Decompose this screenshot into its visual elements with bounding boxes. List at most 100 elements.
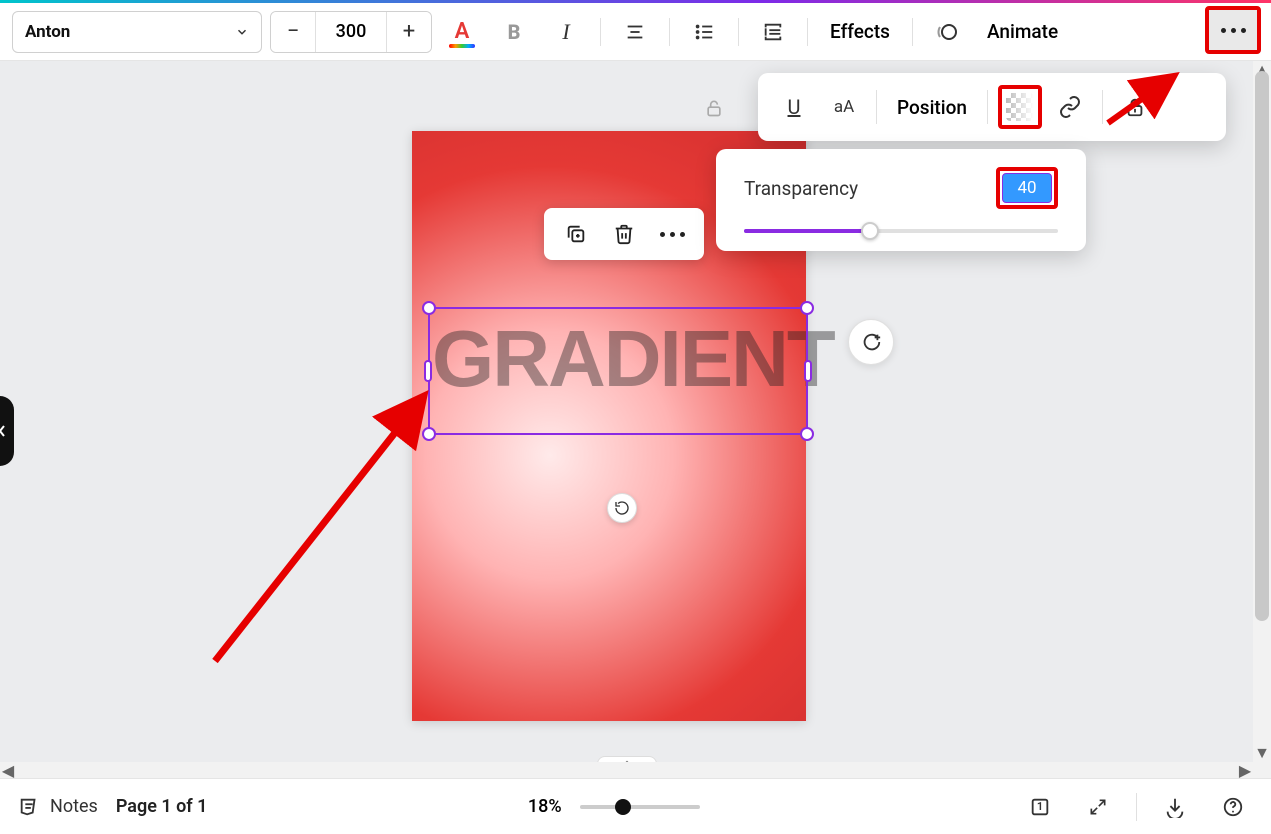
text-toolbar: Anton − + A B I Effects Animate — [0, 3, 1271, 61]
chevron-down-icon — [235, 25, 249, 39]
scroll-left-icon[interactable]: ◀ — [0, 762, 16, 778]
more-options-button[interactable] — [1205, 6, 1261, 54]
rotate-icon — [614, 500, 630, 516]
bold-button[interactable]: B — [492, 10, 536, 54]
lock-page-button[interactable] — [697, 91, 731, 125]
text-color-icon: A — [455, 19, 470, 44]
transparency-label: Transparency — [744, 177, 858, 200]
transparency-slider[interactable] — [744, 219, 1058, 243]
toolbar-separator — [669, 18, 670, 46]
toolbar-separator — [738, 18, 739, 46]
scroll-corner — [1253, 762, 1271, 778]
font-size-increase-button[interactable]: + — [387, 11, 431, 53]
annotation-arrow-to-text — [205, 381, 445, 675]
font-size-group: − + — [270, 11, 432, 53]
comment-plus-icon — [860, 331, 882, 353]
comment-button[interactable] — [848, 319, 894, 365]
scrollbar-thumb[interactable] — [1255, 71, 1269, 621]
resize-handle-right[interactable] — [804, 360, 812, 382]
zoom-level[interactable]: 18% — [528, 796, 562, 817]
resize-handle-top-left[interactable] — [422, 301, 436, 315]
position-button[interactable]: Position — [887, 85, 977, 129]
ellipsis-icon — [1221, 28, 1246, 33]
help-icon — [1222, 796, 1244, 818]
help-button[interactable] — [1213, 787, 1253, 827]
resize-handle-left[interactable] — [424, 360, 432, 382]
italic-button[interactable]: I — [544, 10, 588, 54]
slider-fill — [744, 229, 870, 233]
transparency-value-highlight — [996, 167, 1058, 209]
download-icon — [1164, 796, 1186, 818]
zoom-slider[interactable] — [580, 798, 700, 816]
duplicate-button[interactable] — [556, 214, 596, 254]
underline-button[interactable]: U — [772, 85, 816, 129]
notes-icon — [18, 796, 40, 818]
rotate-handle[interactable] — [607, 493, 637, 523]
spacing-icon — [762, 21, 784, 43]
motion-icon — [935, 20, 959, 44]
delete-button[interactable] — [604, 214, 644, 254]
font-family-label: Anton — [25, 22, 70, 42]
align-button[interactable] — [613, 10, 657, 54]
toolbar-separator — [807, 18, 808, 46]
spacing-button[interactable] — [751, 10, 795, 54]
transparency-button[interactable] — [998, 85, 1042, 129]
transparency-input[interactable] — [1002, 173, 1052, 203]
font-size-input[interactable] — [315, 12, 387, 52]
selection-frame — [428, 307, 808, 435]
toolbar-separator — [1102, 90, 1103, 124]
font-family-select[interactable]: Anton — [12, 11, 262, 53]
zoom-track — [580, 805, 700, 809]
bottom-separator — [1136, 793, 1137, 821]
download-button[interactable] — [1155, 787, 1195, 827]
text-color-button[interactable]: A — [440, 10, 484, 54]
resize-handle-bottom-left[interactable] — [422, 427, 436, 441]
fullscreen-icon — [1088, 797, 1108, 817]
uppercase-button[interactable]: aA — [822, 85, 866, 129]
list-button[interactable] — [682, 10, 726, 54]
bottom-bar: Notes Page 1 of 1 18% 1 — [0, 778, 1271, 834]
collapse-page-tab[interactable] — [597, 756, 657, 762]
grid-count: 1 — [1037, 800, 1043, 813]
transparency-popup: Transparency — [716, 149, 1086, 251]
chevron-up-icon — [621, 760, 633, 763]
notes-button[interactable]: Notes — [18, 796, 98, 818]
toolbar-separator — [600, 18, 601, 46]
toolbar-separator — [876, 90, 877, 124]
overflow-toolbar: U aA Position — [758, 73, 1226, 141]
list-icon — [693, 21, 715, 43]
duplicate-icon — [565, 223, 587, 245]
transparency-icon — [1006, 93, 1034, 121]
resize-handle-bottom-right[interactable] — [800, 427, 814, 441]
font-size-decrease-button[interactable]: − — [271, 11, 315, 53]
resize-handle-top-right[interactable] — [800, 301, 814, 315]
context-more-button[interactable] — [652, 214, 692, 254]
horizontal-scrollbar[interactable]: ◀ ▶ — [0, 762, 1253, 778]
grid-view-button[interactable]: 1 — [1020, 787, 1060, 827]
link-icon — [1058, 95, 1082, 119]
scroll-right-icon[interactable]: ▶ — [1237, 762, 1253, 778]
ellipsis-icon — [660, 232, 685, 237]
page-indicator[interactable]: Page 1 of 1 — [116, 796, 208, 817]
vertical-scrollbar[interactable]: ▲ ▼ — [1253, 61, 1271, 762]
toolbar-separator — [987, 90, 988, 124]
link-button[interactable] — [1048, 85, 1092, 129]
lock-open-icon — [1124, 96, 1146, 118]
canvas-area[interactable]: U aA Position Transparency — [0, 61, 1253, 762]
notes-label: Notes — [50, 796, 98, 817]
align-center-icon — [624, 21, 646, 43]
lock-element-button[interactable] — [1113, 85, 1157, 129]
trash-icon — [613, 223, 635, 245]
animate-icon-button[interactable] — [925, 10, 969, 54]
chevron-left-icon — [0, 424, 7, 438]
color-spectrum-icon — [449, 44, 475, 48]
animate-button[interactable]: Animate — [977, 10, 1068, 54]
effects-button[interactable]: Effects — [820, 10, 900, 54]
selection-context-bar — [544, 208, 704, 260]
toolbar-separator — [912, 18, 913, 46]
scroll-down-icon[interactable]: ▼ — [1253, 744, 1271, 762]
slider-thumb[interactable] — [861, 222, 879, 240]
side-panel-toggle[interactable] — [0, 396, 14, 466]
fullscreen-button[interactable] — [1078, 787, 1118, 827]
zoom-thumb[interactable] — [615, 799, 631, 815]
